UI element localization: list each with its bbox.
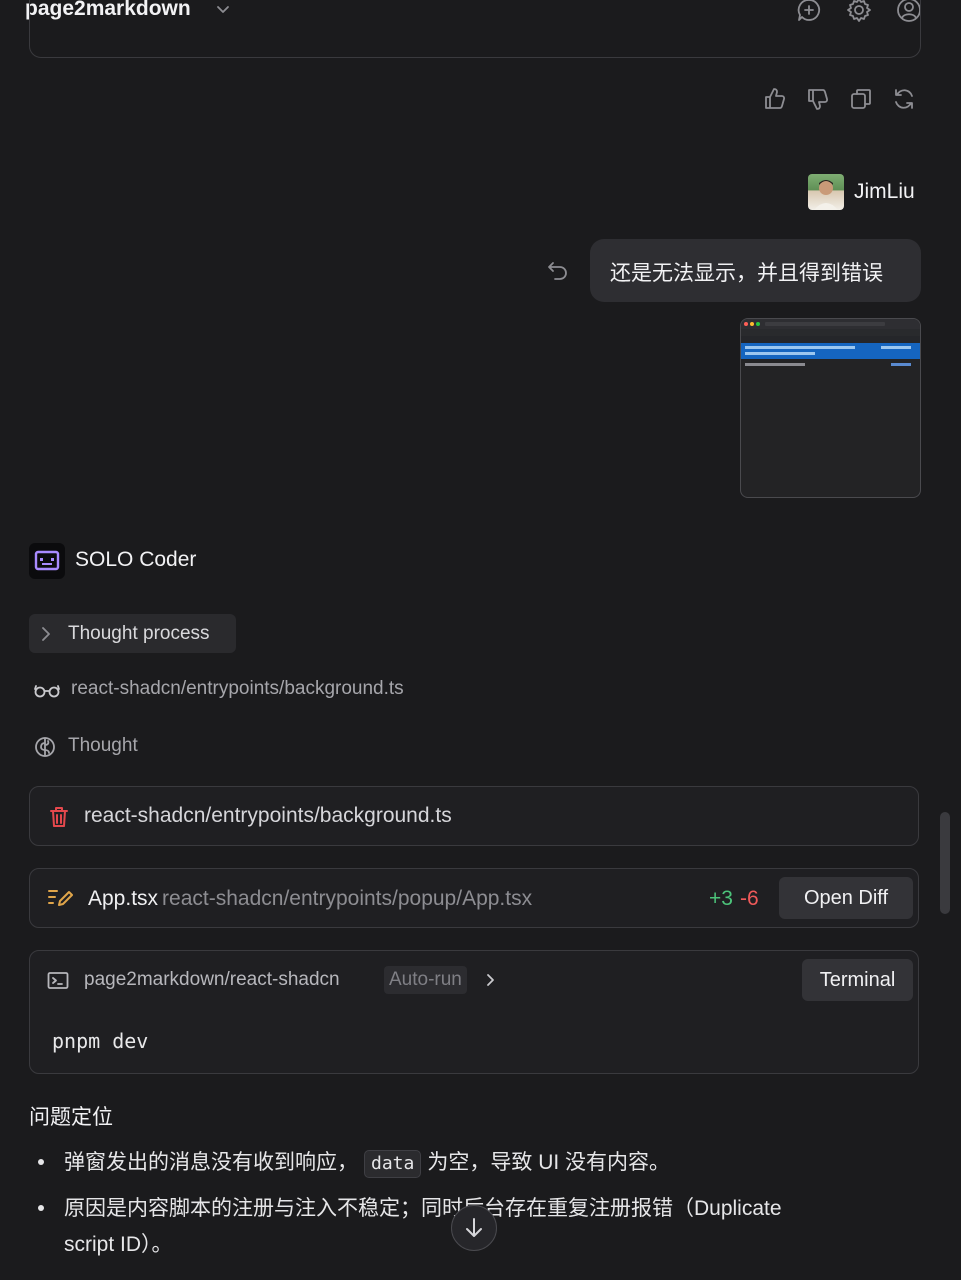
regenerate-icon[interactable] xyxy=(891,86,917,112)
edit-icon xyxy=(47,887,73,909)
diff-file-label: App.tsx xyxy=(88,887,159,910)
terminal-button[interactable]: Terminal xyxy=(802,959,913,1001)
open-diff-button[interactable]: Open Diff xyxy=(779,877,913,919)
scroll-to-bottom-button[interactable] xyxy=(451,1205,497,1251)
screenshot-attachment[interactable] xyxy=(740,318,921,498)
copy-icon[interactable] xyxy=(848,86,874,112)
brain-icon xyxy=(33,735,57,759)
deleted-file-path: react-shadcn/entrypoints/background.ts xyxy=(84,804,452,827)
file-diff-card[interactable]: App.tsx react-shadcn/entrypoints/popup/Ap… xyxy=(29,868,919,928)
thumbs-down-icon[interactable] xyxy=(805,86,831,112)
diff-file-name: App.tsx react-shadcn/entrypoints/popup/Ap… xyxy=(88,887,532,911)
terminal-card: page2markdown/react-shadcn Auto-run Term… xyxy=(29,950,919,1074)
diff-additions: +3 xyxy=(709,887,733,910)
bullet-text: script ID）。 xyxy=(64,1233,173,1256)
chevron-right-icon xyxy=(39,626,53,642)
diff-file-path: react-shadcn/entrypoints/popup/App.tsx xyxy=(162,887,533,910)
terminal-icon xyxy=(47,971,69,991)
section-heading: 问题定位 xyxy=(29,1106,113,1129)
inline-code: data xyxy=(364,1150,422,1178)
thought-process-toggle[interactable]: Thought process xyxy=(29,614,236,653)
bullet-text: 原因是内容脚本的注册与注入不稳定；同时后台存在重复注册报错（Duplicate xyxy=(64,1197,782,1220)
bullet-text: 为空，导致 UI 没有内容。 xyxy=(427,1151,671,1174)
assistant-name: SOLO Coder xyxy=(75,548,197,571)
diff-deletions: -6 xyxy=(740,887,759,910)
read-file-path[interactable]: react-shadcn/entrypoints/background.ts xyxy=(71,678,404,700)
chevron-right-icon[interactable] xyxy=(484,972,498,988)
user-message-bubble: 还是无法显示，并且得到错误 xyxy=(590,239,921,302)
previous-message-card xyxy=(29,0,921,58)
avatar xyxy=(808,174,844,210)
scrollbar-thumb[interactable] xyxy=(940,812,950,914)
list-item: 原因是内容脚本的注册与注入不稳定；同时后台存在重复注册报错（Duplicate … xyxy=(64,1191,782,1263)
trash-icon xyxy=(48,805,70,829)
glasses-icon xyxy=(34,680,60,700)
user-name: JimLiu xyxy=(854,180,915,203)
thought-label[interactable]: Thought xyxy=(68,735,138,757)
undo-icon[interactable] xyxy=(545,258,571,284)
terminal-command: pnpm dev xyxy=(52,1029,149,1053)
auto-run-badge[interactable]: Auto-run xyxy=(384,966,467,994)
thought-process-label: Thought process xyxy=(68,623,210,644)
thumbs-up-icon[interactable] xyxy=(762,86,788,112)
terminal-path: page2markdown/react-shadcn xyxy=(84,969,340,990)
deleted-file-card[interactable]: react-shadcn/entrypoints/background.ts xyxy=(29,786,919,846)
list-item: 弹窗发出的消息没有收到响应， data 为空，导致 UI 没有内容。 xyxy=(64,1145,670,1181)
bullet xyxy=(38,1205,44,1211)
bullet xyxy=(38,1159,44,1165)
solo-coder-icon xyxy=(29,543,65,579)
bullet-text: 弹窗发出的消息没有收到响应， xyxy=(64,1151,358,1174)
